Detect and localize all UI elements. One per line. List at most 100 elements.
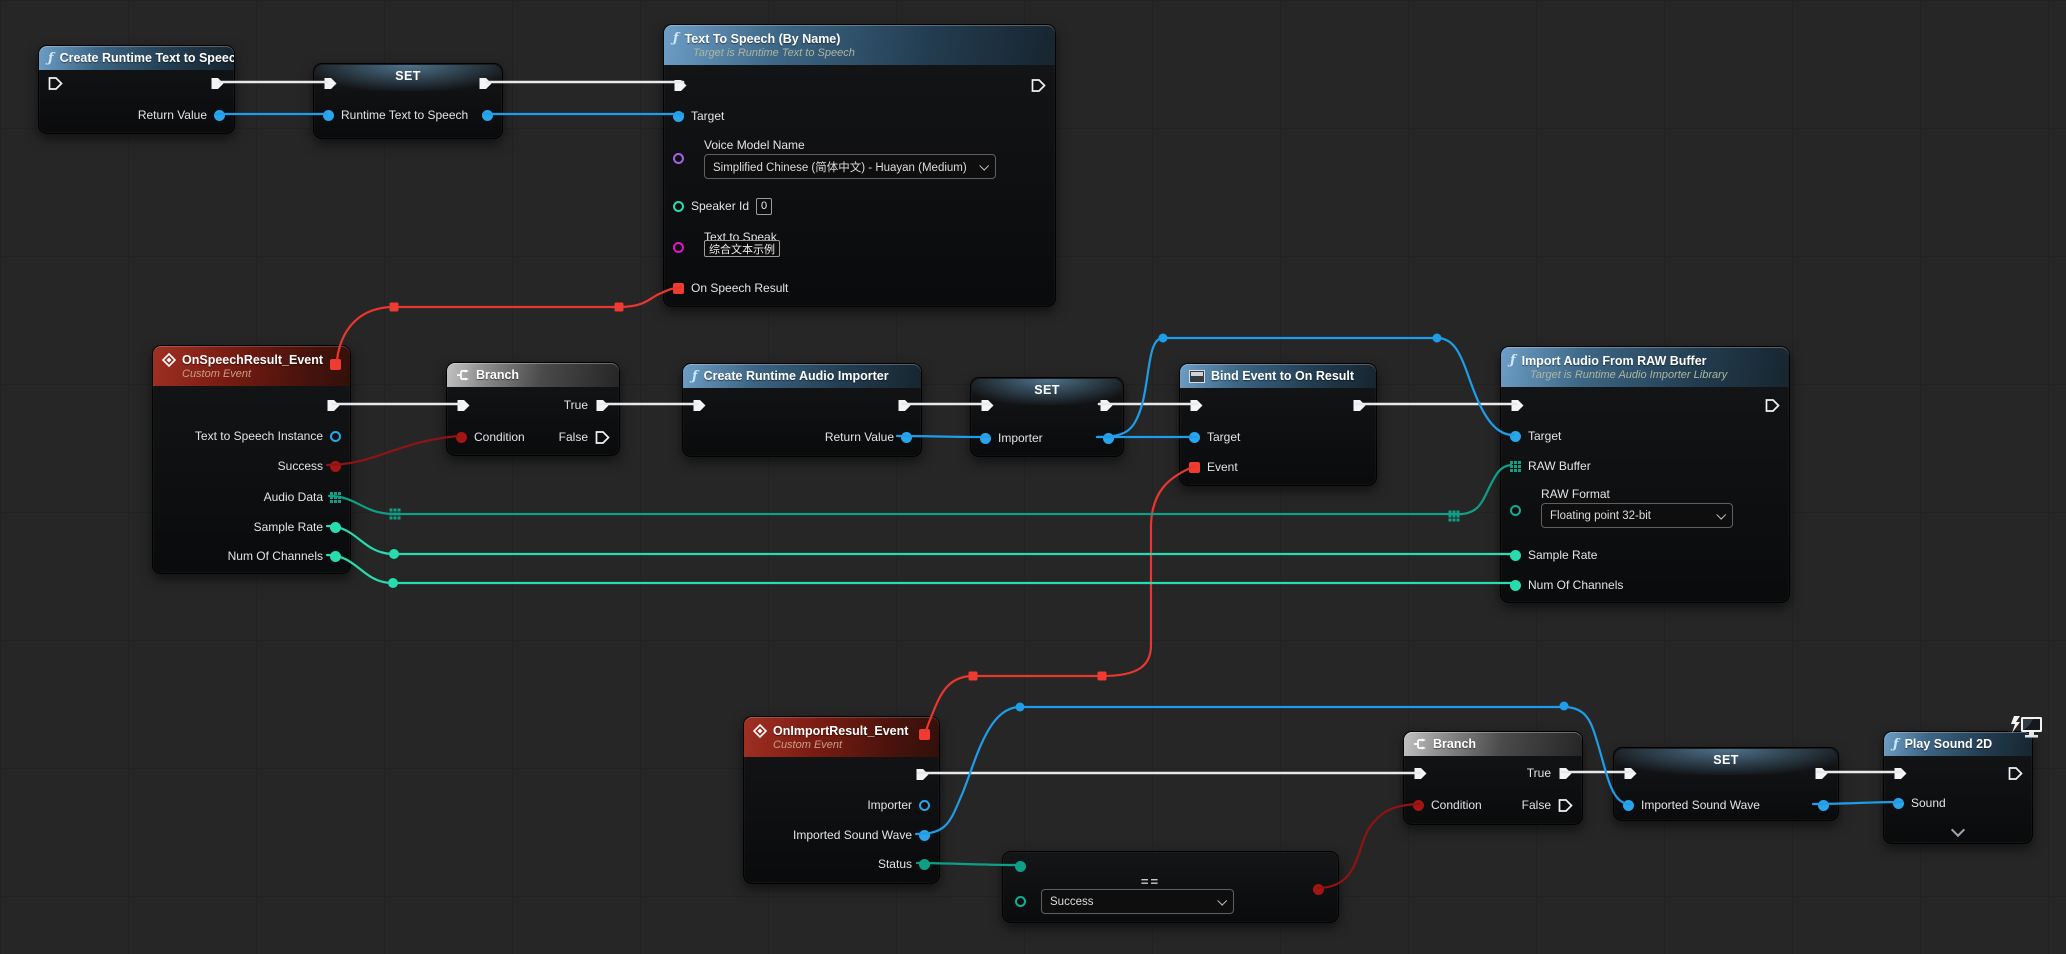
pin-label: Return Value [138, 108, 207, 122]
compare-value-dropdown[interactable]: Success [1041, 889, 1234, 914]
node-onimportresult-event[interactable]: OnImportResult_Event Custom Event Import… [743, 716, 940, 884]
variable-out-pin[interactable] [1103, 433, 1114, 444]
result-bool-pin[interactable] [1313, 884, 1324, 895]
text-to-speak-pin[interactable] [673, 242, 684, 253]
node-set-imported-sound-wave[interactable]: SET Imported Sound Wave [1613, 747, 1839, 821]
true-exec-pin[interactable] [1558, 767, 1573, 780]
variable-in-pin[interactable] [323, 110, 334, 121]
function-icon: ƒ [692, 370, 698, 383]
pin-label: True [564, 398, 588, 412]
exec-in-pin[interactable] [456, 399, 471, 412]
text-to-speech-instance-pin[interactable] [330, 431, 341, 442]
node-header: ƒ Create Runtime Text to Speech [39, 46, 234, 70]
voice-model-dropdown[interactable]: Simplified Chinese (简体中文) - Huayan (Medi… [704, 154, 996, 179]
speaker-id-input[interactable]: 0 [756, 198, 772, 215]
exec-out-pin[interactable] [897, 399, 912, 412]
variable-out-pin[interactable] [1818, 800, 1829, 811]
false-exec-pin[interactable] [595, 431, 610, 444]
exec-in-pin[interactable] [1413, 767, 1428, 780]
audio-data-array-pin[interactable] [330, 492, 341, 503]
int-wires [327, 526, 1515, 584]
delegate-out-pin[interactable] [919, 729, 930, 740]
exec-in-pin[interactable] [1893, 767, 1908, 780]
sound-pin[interactable] [1893, 798, 1904, 809]
status-pin[interactable] [919, 859, 930, 870]
raw-format-dropdown[interactable]: Floating point 32-bit [1541, 503, 1733, 528]
on-speech-result-delegate-pin[interactable] [673, 283, 684, 294]
exec-in-pin[interactable] [48, 77, 63, 90]
exec-out-pin[interactable] [1352, 399, 1367, 412]
target-pin[interactable] [1510, 431, 1521, 442]
text-to-speak-input[interactable]: 综合文本示例 [704, 240, 780, 257]
exec-out-pin[interactable] [478, 77, 493, 90]
compare-value-pin[interactable] [1015, 896, 1026, 907]
variable-in-pin[interactable] [1623, 800, 1634, 811]
exec-in-pin[interactable] [1189, 399, 1204, 412]
variable-in-pin[interactable] [980, 433, 991, 444]
delegate-out-pin[interactable] [330, 359, 341, 370]
node-create-runtime-audio-importer[interactable]: ƒ Create Runtime Audio Importer Return V… [682, 363, 922, 457]
condition-pin[interactable] [1413, 800, 1424, 811]
reroute-green[interactable] [388, 549, 399, 588]
exec-out-pin[interactable] [1814, 767, 1829, 780]
success-pin[interactable] [330, 461, 341, 472]
num-of-channels-pin[interactable] [330, 551, 341, 562]
node-create-runtime-text-to-speech[interactable]: ƒ Create Runtime Text to Speech Return V… [38, 45, 235, 134]
exec-out-pin[interactable] [1031, 79, 1046, 92]
exec-in-pin[interactable] [323, 77, 338, 90]
pin-label: Speaker Id [691, 199, 749, 213]
node-set-importer[interactable]: SET Importer [970, 377, 1124, 457]
imported-sound-wave-pin[interactable] [919, 830, 930, 841]
variable-out-pin[interactable] [482, 110, 493, 121]
reroute-array[interactable] [390, 509, 1460, 522]
exec-in-pin[interactable] [673, 79, 688, 92]
node-header: ƒ Text To Speech (By Name) Target is Run… [664, 25, 1055, 65]
num-of-channels-pin[interactable] [1510, 580, 1521, 591]
event-delegate-pin[interactable] [1189, 462, 1200, 473]
voice-model-name-pin[interactable] [673, 153, 684, 164]
blueprint-graph-canvas[interactable]: ƒ Create Runtime Text to Speech Return V… [0, 0, 2066, 954]
condition-pin[interactable] [456, 432, 467, 443]
speaker-id-pin[interactable] [673, 201, 684, 212]
node-branch-1[interactable]: Branch True Condition False [446, 362, 620, 456]
return-value-pin[interactable] [901, 432, 912, 443]
exec-out-pin[interactable] [915, 768, 930, 781]
importer-pin[interactable] [919, 800, 930, 811]
target-pin[interactable] [1189, 432, 1200, 443]
exec-out-pin[interactable] [326, 399, 341, 412]
sample-rate-pin[interactable] [330, 522, 341, 533]
node-title: Text To Speech (By Name) [685, 32, 841, 46]
exec-in-pin[interactable] [692, 399, 707, 412]
exec-out-pin[interactable] [1099, 399, 1114, 412]
node-set-runtime-text-to-speech[interactable]: SET Runtime Text to Speech [313, 63, 503, 139]
raw-buffer-array-pin[interactable] [1510, 461, 1521, 472]
exec-in-pin[interactable] [1510, 399, 1525, 412]
expand-node-chevron-icon[interactable] [1951, 823, 1965, 837]
node-title: == [1003, 874, 1298, 889]
exec-in-pin[interactable] [1623, 767, 1638, 780]
target-pin[interactable] [673, 111, 684, 122]
exec-out-pin[interactable] [2008, 767, 2023, 780]
true-exec-pin[interactable] [595, 399, 610, 412]
raw-format-pin[interactable] [1510, 505, 1521, 516]
false-exec-pin[interactable] [1558, 799, 1573, 812]
exec-in-pin[interactable] [980, 399, 995, 412]
node-branch-2[interactable]: Branch True Condition False [1403, 731, 1583, 825]
node-import-audio-from-raw-buffer[interactable]: ƒ Import Audio From RAW Buffer Target is… [1500, 346, 1790, 603]
node-subtitle: Custom Event [773, 739, 930, 751]
node-equal-enum[interactable]: == Success [1002, 851, 1339, 923]
exec-out-pin[interactable] [210, 77, 225, 90]
node-play-sound-2d[interactable]: ƒ Play Sound 2D Sound [1883, 731, 2033, 844]
compare-input-pin[interactable] [1015, 861, 1026, 872]
pin-label: Target [1207, 430, 1240, 444]
node-header: Branch [1404, 732, 1582, 756]
node-bind-event-to-on-result[interactable]: Bind Event to On Result Target Event [1179, 363, 1377, 486]
node-subtitle: Target is Runtime Audio Importer Library [1530, 369, 1780, 381]
pin-label: Sample Rate [1528, 548, 1597, 562]
node-text-to-speech-by-name[interactable]: ƒ Text To Speech (By Name) Target is Run… [663, 24, 1056, 307]
node-onspeechresult-event[interactable]: OnSpeechResult_Event Custom Event Text t… [152, 345, 351, 574]
exec-out-pin[interactable] [1765, 399, 1780, 412]
sample-rate-pin[interactable] [1510, 550, 1521, 561]
return-value-pin[interactable] [214, 110, 225, 121]
reroute-red[interactable] [390, 303, 1107, 681]
